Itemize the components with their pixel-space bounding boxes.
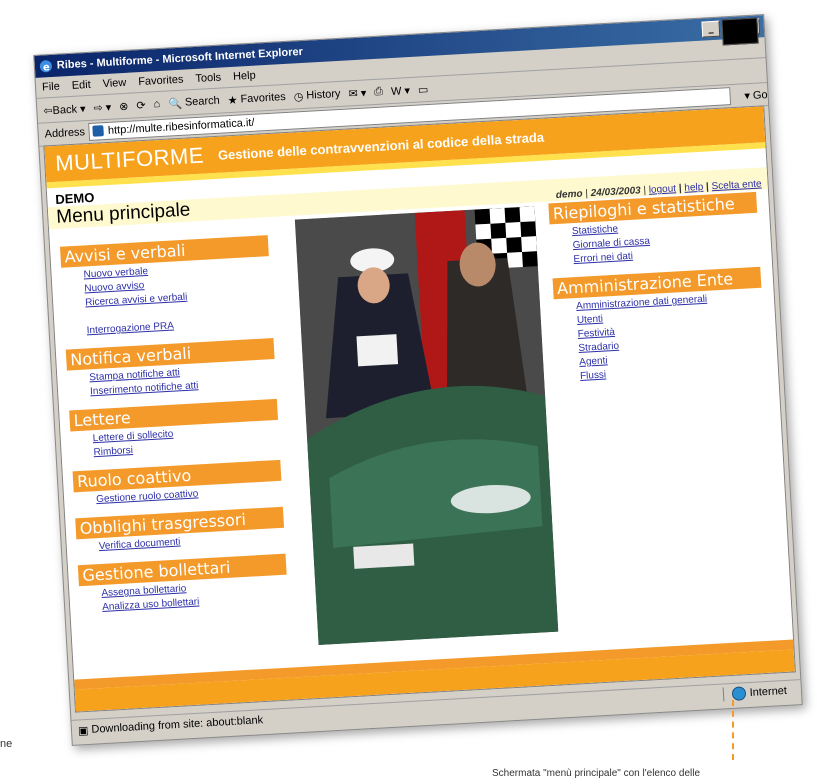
menu-favorites[interactable]: Favorites	[138, 74, 184, 89]
menu-help[interactable]: Help	[233, 70, 256, 83]
history-button[interactable]: ◷ History	[293, 87, 340, 103]
minimize-button[interactable]: _	[701, 20, 721, 38]
favorites-icon: ★	[227, 94, 238, 107]
figure-caption: Schermata "menù principale" con l'elenco…	[492, 768, 701, 779]
section-riepiloghi: Riepiloghi e statistiche Statistiche Gio…	[548, 191, 771, 268]
discuss-icon[interactable]: ▭	[418, 82, 429, 96]
security-zone: Internet	[722, 683, 788, 702]
go-label: Go	[752, 88, 768, 102]
search-label: Search	[184, 94, 221, 109]
menu-tools[interactable]: Tools	[195, 72, 221, 85]
brand-title: MULTIFORME	[54, 142, 205, 176]
home-icon[interactable]: ⌂	[153, 98, 160, 110]
cropped-text: ne	[0, 738, 13, 750]
menu-edit[interactable]: Edit	[71, 79, 91, 92]
address-value: http://multe.ribesinformatica.it/	[107, 116, 255, 137]
menu-file[interactable]: File	[42, 81, 60, 94]
stop-icon[interactable]: ⊗	[119, 99, 129, 112]
status-page-icon: ▣	[77, 724, 92, 738]
browser-window: e Ribes - Multiforme - Microsoft Interne…	[33, 14, 803, 746]
address-label: Address	[44, 126, 86, 141]
section-amministrazione: Amministrazione Ente Amministrazione dat…	[552, 266, 779, 385]
section-ruolo: Ruolo coattivo Gestione ruolo coattivo	[72, 459, 295, 508]
favorites-label: Favorites	[240, 90, 287, 106]
right-menu: Riepiloghi e statistiche Statistiche Gio…	[548, 191, 778, 395]
edit-icon[interactable]: W ▾	[391, 84, 411, 98]
photo-illustration	[294, 206, 559, 645]
favorites-button[interactable]: ★ Favorites	[227, 90, 287, 107]
section-lettere: Lettere Lettere di sollecito Rimborsi	[69, 398, 292, 461]
globe-icon	[731, 686, 747, 701]
page-icon	[92, 125, 105, 137]
back-button[interactable]: ⇦Back ▾	[43, 102, 86, 117]
section-avvisi: Avvisi e verbali Nuovo verbale Nuovo avv…	[60, 234, 285, 339]
zone-label: Internet	[749, 684, 788, 699]
section-bollettari: Gestione bollettari Assegna bollettario …	[77, 553, 301, 616]
history-icon: ◷	[293, 90, 304, 103]
menu-view[interactable]: View	[102, 77, 126, 90]
windows-logo-icon	[721, 17, 759, 46]
forward-label: ⇨	[93, 101, 104, 115]
ie-icon: e	[39, 60, 52, 73]
section-obblighi: Obblighi trasgressori Verifica documenti	[75, 506, 297, 555]
section-notifica: Notifica verbali Stampa notifiche atti I…	[65, 337, 289, 400]
status-text: Downloading from site: about:blank	[91, 714, 264, 736]
go-button[interactable]: ▾ Go	[744, 88, 768, 102]
search-icon: 🔍	[167, 97, 183, 111]
mail-icon[interactable]: ✉ ▾	[348, 86, 366, 100]
left-menu: Avvisi e verbali Nuovo verbale Nuovo avv…	[60, 234, 301, 626]
back-label: ⇦Back	[43, 103, 78, 117]
search-button[interactable]: 🔍 Search	[168, 94, 220, 110]
police-photo	[294, 206, 559, 645]
forward-button[interactable]: ⇨ ▾	[93, 100, 111, 114]
history-label: History	[305, 87, 341, 102]
caption-pointer	[732, 700, 734, 760]
print-icon[interactable]: ⎙	[374, 85, 384, 98]
refresh-icon[interactable]: ⟳	[136, 98, 146, 111]
svg-text:e: e	[43, 62, 51, 73]
page-content: MULTIFORME Gestione delle contravvenzion…	[43, 105, 796, 713]
